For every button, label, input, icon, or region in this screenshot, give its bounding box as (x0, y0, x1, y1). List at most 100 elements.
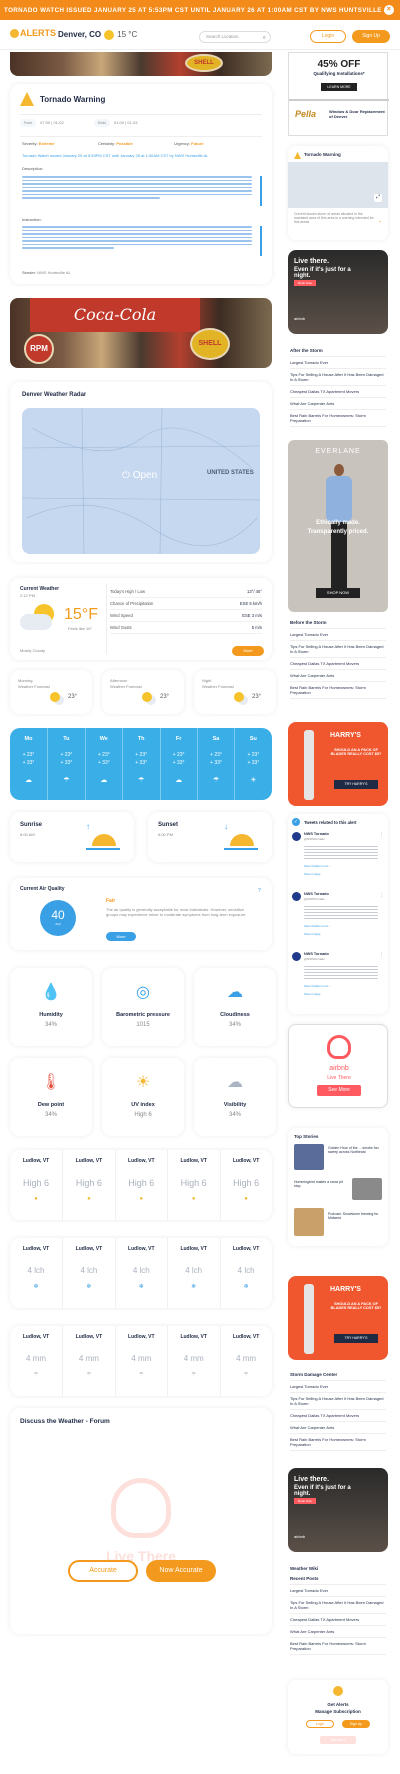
more-icon[interactable]: ⋮ (379, 952, 384, 958)
alerts-signup-button[interactable]: Sign Up (342, 1720, 370, 1728)
radar-map[interactable]: ⏻ Open UNITED STATES (22, 408, 260, 554)
scrollbar[interactable] (260, 226, 262, 256)
aq-more-button[interactable]: More (106, 932, 136, 941)
story-title-2[interactable]: Hummingbird makes a snow pit stop (294, 1180, 348, 1188)
tweet[interactable]: NWS Tornado @NWSTornado ⋮ https://twitter.c… (292, 832, 384, 886)
location-cell[interactable]: Ludlow, VT 4 lch ❄ (219, 1238, 272, 1308)
list-item[interactable]: Best Rain Barrels For Homeowners: Storm … (290, 682, 386, 699)
location-cell[interactable]: Ludlow, VT High 6 ● (10, 1150, 62, 1220)
radar-open-button[interactable]: ⏻ Open (122, 470, 157, 481)
list-item[interactable]: Cheapest Dallas TX Apartment Movers (290, 658, 386, 670)
login-button[interactable]: Login (310, 30, 346, 43)
location-cell[interactable]: Ludlow, VT 4 mm ☂ (219, 1326, 272, 1396)
location-cell[interactable]: Ludlow, VT 4 lch ❄ (10, 1238, 62, 1308)
list-item[interactable]: Best Rain Barrels For Homeowners: Storm … (290, 1638, 386, 1655)
everlane-shop-button[interactable]: SHOP NOW (316, 588, 360, 598)
site-logo[interactable]: ALERTS (10, 28, 56, 39)
location-cell[interactable]: Ludlow, VT 4 mm ☂ (167, 1326, 219, 1396)
day-column[interactable]: Sa + 23° + 33° ☂ (197, 728, 234, 800)
alert-banner[interactable]: TORNADO WATCH ISSUED JANUARY 25 AT 5:53P… (0, 0, 400, 20)
story-thumb[interactable] (352, 1178, 382, 1200)
airbnb-book-button[interactable]: Book Now (294, 1498, 316, 1504)
harrys-cta-button[interactable]: TRY HARRY'S (334, 780, 378, 789)
daypart-card[interactable]: Night Weather Forecast 23° (194, 670, 276, 714)
list-item[interactable]: Largest Tornado Ever (290, 629, 386, 641)
signup-button[interactable]: Sign Up (352, 30, 390, 43)
location-cell[interactable]: Ludlow, VT High 6 ● (167, 1150, 219, 1220)
location-cell[interactable]: Ludlow, VT 4 lch ❄ (62, 1238, 114, 1308)
ad-harrys-1[interactable]: HARRY'S SHOULD AN A PACK OF BLADES REALL… (288, 722, 388, 806)
day-column[interactable]: We + 23° + 33° ☁ (84, 728, 122, 800)
story-thumb[interactable] (294, 1208, 324, 1236)
scrollbar[interactable] (260, 176, 262, 206)
day-column[interactable]: Mo + 23° + 33° ☁ (10, 728, 47, 800)
alerts-login-button[interactable]: Login (306, 1720, 334, 1728)
location-display[interactable]: Denver, CO 15 °C (58, 30, 137, 40)
info-icon[interactable]: ? (258, 888, 261, 894)
daypart-card[interactable]: Morning Weather Forecast 23° (10, 670, 92, 714)
search-input[interactable]: Search Location ⌕ (199, 31, 271, 43)
ad-harrys-2[interactable]: HARRY'S SHOULD AN A PACK OF BLADES REALL… (288, 1276, 388, 1360)
mini-map[interactable]: ⤢ (288, 162, 388, 208)
daypart-card[interactable]: Afternoon Weather Forecast 23° (102, 670, 184, 714)
ad-airbnb-1[interactable]: Live there. Even if it's just for a nigh… (288, 250, 388, 334)
list-item[interactable]: Tips For Selling A House After It Has Be… (290, 1597, 386, 1614)
airbnb-see-more-button[interactable]: See More (317, 1085, 361, 1096)
show-image-link[interactable]: Show image (304, 932, 321, 936)
list-item[interactable]: What Are Carpenter Ants (290, 1626, 386, 1638)
location-cell[interactable]: Ludlow, VT High 6 ● (62, 1150, 114, 1220)
day-column[interactable]: Th + 23° + 33° ☂ (122, 728, 159, 800)
now-accurate-button[interactable]: Now Accurate (146, 1560, 216, 1582)
location-cell[interactable]: Ludlow, VT 4 mm ☂ (114, 1326, 167, 1396)
day-column[interactable]: Tu + 23° + 33° ☂ (47, 728, 84, 800)
list-item[interactable]: Largest Tornado Ever (290, 1585, 386, 1597)
ad-cta-button[interactable]: LEARN MORE (321, 83, 357, 91)
story-title-3[interactable]: Podcast: Snowstorm brewing for Midwest (328, 1212, 382, 1220)
story-title-1[interactable]: Golden Hour of the ... smoke fun sweep a… (328, 1146, 382, 1154)
location-cell[interactable]: Ludlow, VT 4 mm ☂ (10, 1326, 62, 1396)
ad-pella[interactable]: 45% OFF Qualifying Installations* LEARN … (288, 52, 389, 136)
current-more-button[interactable]: More (232, 646, 264, 656)
show-image-link[interactable]: Show image (304, 872, 321, 876)
list-item[interactable]: Largest Tornado Ever (290, 357, 386, 369)
day-column[interactable]: Fr + 23° + 33° ☁ (159, 728, 197, 800)
location-cell[interactable]: Ludlow, VT 4 lch ❄ (114, 1238, 167, 1308)
tweet-link[interactable]: https://twitter.com/... (304, 924, 331, 928)
list-item[interactable]: What Are Carpenter Ants (290, 1422, 386, 1434)
list-item[interactable]: Cheapest Dallas TX Apartment Movers (290, 1614, 386, 1626)
show-image-link[interactable]: Show image (304, 992, 321, 996)
more-icon[interactable]: ⋮ (379, 832, 384, 838)
list-item[interactable]: Cheapest Dallas TX Apartment Movers (290, 1410, 386, 1422)
list-item[interactable]: Best Rain Barrels For Homeowners: Storm … (290, 410, 386, 427)
tweet[interactable]: NWS Tornado @NWSTornado ⋮ https://twitter.c… (292, 892, 384, 946)
ad-airbnb-2[interactable]: airbnb Live There See More (288, 1024, 388, 1108)
location-cell[interactable]: Ludlow, VT 4 lch ❄ (167, 1238, 219, 1308)
story-thumb[interactable] (294, 1144, 324, 1170)
search-icon[interactable]: ⌕ (263, 33, 266, 43)
list-item[interactable]: Cheapest Dallas TX Apartment Movers (290, 386, 386, 398)
tweet-link[interactable]: https://twitter.com/... (304, 984, 331, 988)
list-item[interactable]: What Are Carpenter Ants (290, 398, 386, 410)
harrys-cta-button[interactable]: TRY HARRY'S (334, 1334, 378, 1343)
expand-icon[interactable]: ⤢ (374, 194, 382, 202)
tweet-link[interactable]: https://twitter.com/... (304, 864, 331, 868)
list-item[interactable]: Largest Tornado Ever (290, 1381, 386, 1393)
ad-airbnb-3[interactable]: Live there. Even if it's just for a nigh… (288, 1468, 388, 1552)
location-cell[interactable]: Ludlow, VT High 6 ● (114, 1150, 167, 1220)
more-icon[interactable]: ⋮ (379, 892, 384, 898)
airbnb-book-button[interactable]: Book Now (294, 280, 316, 286)
list-item[interactable]: Best Rain Barrels For Homeowners: Storm … (290, 1434, 386, 1451)
chevron-down-icon[interactable]: ⌄ (378, 218, 382, 224)
location-cell[interactable]: Ludlow, VT 4 mm ☂ (62, 1326, 114, 1396)
day-column[interactable]: Su + 23° + 33° ☀ (234, 728, 271, 800)
list-item[interactable]: Tips For Selling A House After It Has Be… (290, 369, 386, 386)
close-icon[interactable]: × (384, 5, 394, 15)
ad-everlane[interactable]: EVERLANE Ethically made. Transparently p… (288, 440, 388, 612)
list-item[interactable]: Tips For Selling A House After It Has Be… (290, 641, 386, 658)
list-item[interactable]: What Are Carpenter Ants (290, 670, 386, 682)
tweet[interactable]: NWS Tornado @NWSTornado ⋮ https://twitter.c… (292, 952, 384, 1006)
alerts-see-more-button[interactable]: See More (320, 1736, 356, 1744)
location-cell[interactable]: Ludlow, VT High 6 ● (219, 1150, 272, 1220)
accurate-button[interactable]: Accurate (68, 1560, 138, 1582)
list-item[interactable]: Tips For Selling A House After It Has Be… (290, 1393, 386, 1410)
